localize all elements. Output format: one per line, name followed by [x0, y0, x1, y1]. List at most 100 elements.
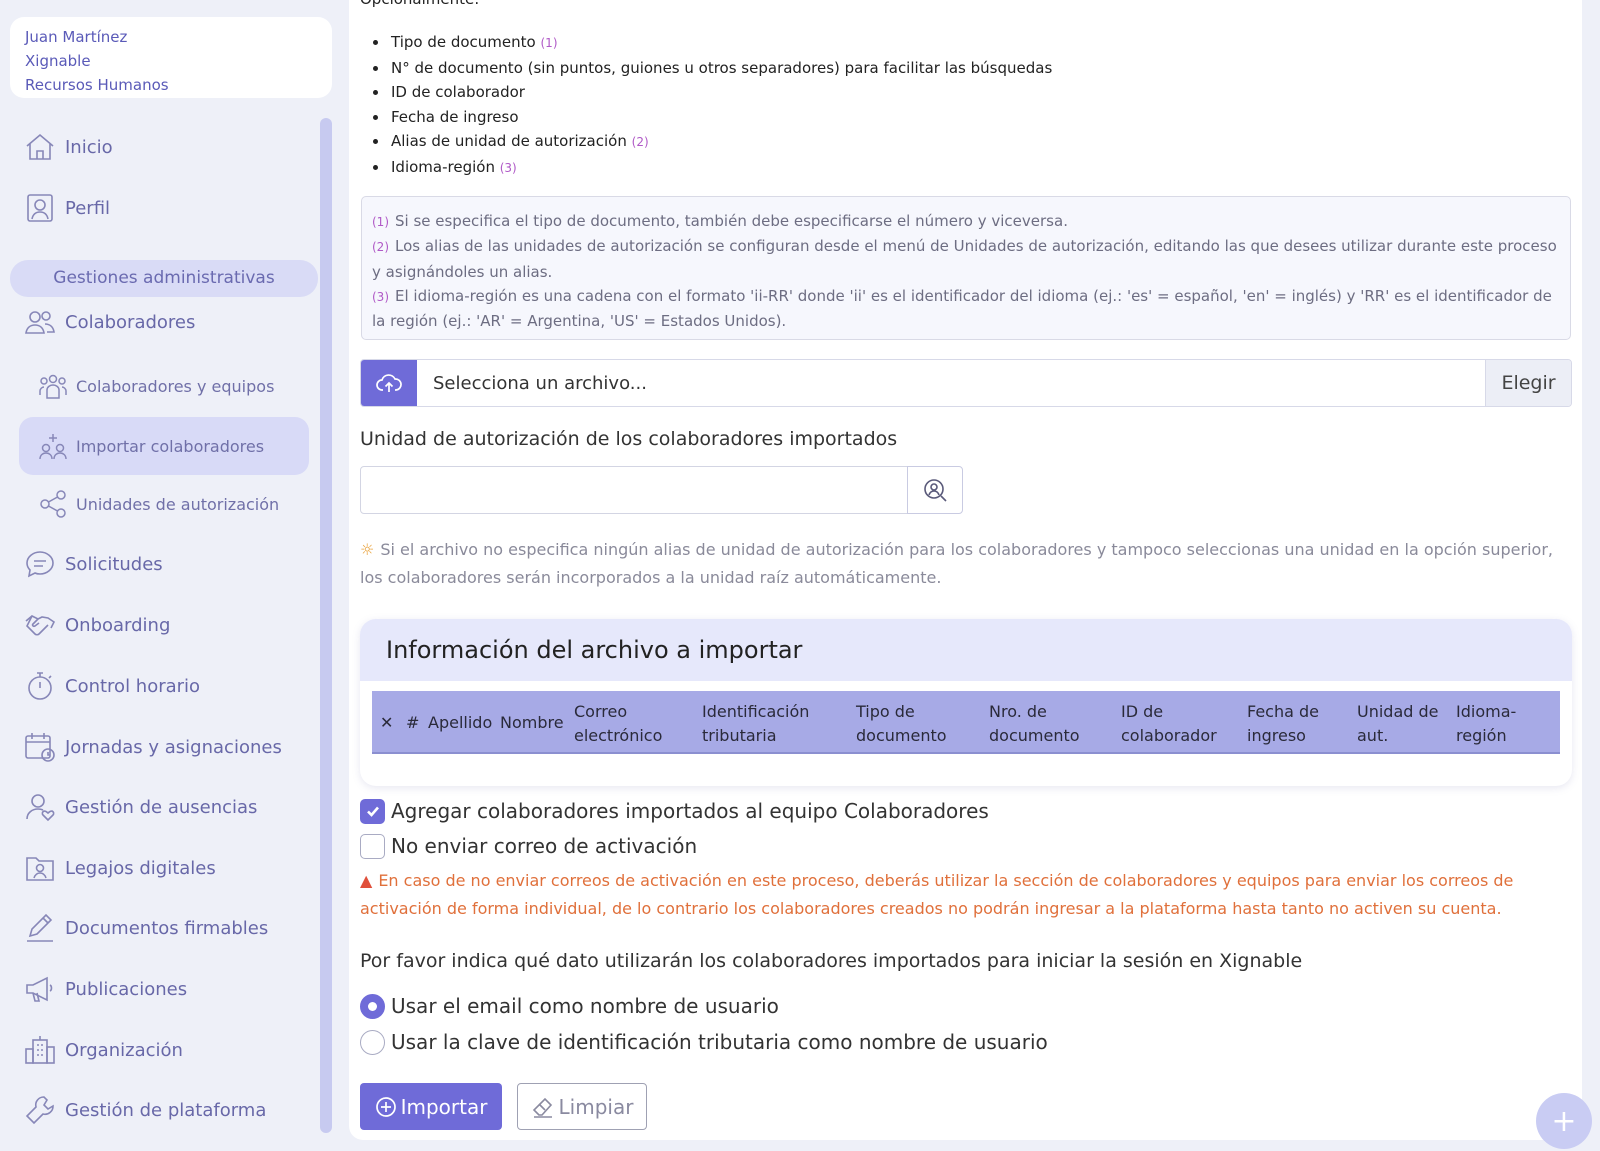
sidebar-item-label: Onboarding [65, 614, 171, 636]
sidebar-item-onboarding[interactable]: Onboarding [24, 603, 170, 647]
file-input[interactable]: Selecciona un archivo... [417, 373, 1485, 394]
sidebar-item-label: Organización [65, 1039, 183, 1061]
column-header-correo: Correo electrónico [574, 702, 663, 745]
clear-button[interactable]: Limpiar [517, 1083, 647, 1130]
list-item: N° de documento (sin puntos, guiones u o… [389, 56, 1052, 81]
sidebar-item-label: Control horario [65, 675, 201, 697]
sidebar-item-label: Importar colaboradores [76, 436, 265, 456]
column-header-identificacion: Identificación tributaria [702, 702, 810, 745]
pen-sign-icon [27, 913, 53, 942]
sidebar-item-label: Solicitudes [65, 553, 163, 575]
login-tax-id-radio[interactable] [360, 1029, 385, 1055]
sidebar-item-label: Unidades de autorización [76, 494, 280, 514]
plus-circle-icon [375, 1096, 396, 1117]
sidebar-item-label: Colaboradores y equipos [76, 376, 275, 396]
sidebar-item-ausencias[interactable]: Gestión de ausencias [24, 785, 257, 829]
user-import-icon [39, 434, 67, 460]
sidebar-item-organizacion[interactable]: Organización [24, 1028, 183, 1072]
footnote-3: (3) El idioma-región es una cadena con el… [372, 286, 1552, 331]
megaphone-icon [26, 976, 53, 1002]
sidebar-item-colaboradores[interactable]: Colaboradores [24, 300, 195, 344]
user-card[interactable]: Juan Martínez Xignable Recursos Humanos [10, 17, 332, 98]
sidebar-sub-importar-colaboradores[interactable]: Importar colaboradores [38, 426, 264, 466]
no-activation-email-option[interactable]: No enviar correo de activación [360, 832, 697, 860]
chat-icon [26, 551, 54, 578]
wrench-icon [25, 1096, 54, 1125]
no-activation-email-checkbox[interactable] [360, 833, 385, 859]
sidebar-section-gestiones[interactable]: Gestiones administrativas [10, 260, 318, 297]
sidebar-item-documentos[interactable]: Documentos firmables [24, 906, 268, 950]
footnotes-box: (1) Si se especifica el tipo de documento… [361, 196, 1571, 340]
share-nodes-icon [40, 490, 66, 518]
add-to-team-checkbox[interactable] [360, 798, 385, 824]
unit-hint: ☼ Si el archivo no especifica ningún alia… [360, 540, 1553, 587]
login-email-radio[interactable] [360, 993, 385, 1019]
unit-search-button[interactable] [907, 466, 963, 514]
sidebar-item-label: Gestión de plataforma [65, 1099, 267, 1121]
column-header-fecha-ingreso: Fecha de ingreso [1247, 702, 1319, 745]
list-item: Idioma-región (3) [389, 155, 1052, 181]
users-icon [25, 311, 55, 334]
import-button[interactable]: Importar [360, 1083, 502, 1130]
user-name: Juan Martínez [25, 28, 128, 46]
sidebar-item-perfil[interactable]: Perfil [24, 186, 110, 230]
column-header-num: # [406, 713, 420, 732]
login-tax-id-label: Usar la clave de identificación tributar… [391, 1030, 1048, 1054]
column-header-nombre: Nombre [500, 713, 564, 732]
no-activation-email-label: No enviar correo de activación [391, 834, 698, 858]
column-header-tipo-documento: Tipo de documento [856, 702, 947, 745]
eraser-icon [532, 1097, 552, 1118]
sidebar-sub-colaboradores-equipos[interactable]: Colaboradores y equipos [38, 366, 274, 406]
search-user-icon [924, 479, 947, 502]
unit-input[interactable] [360, 466, 908, 514]
file-picker[interactable]: Selecciona un archivo... Elegir [360, 359, 1572, 407]
choose-file-button[interactable]: Elegir [1485, 360, 1571, 406]
sidebar-item-label: Jornadas y asignaciones [65, 736, 282, 758]
profile-icon [27, 194, 53, 222]
sidebar-item-solicitudes[interactable]: Solicitudes [24, 542, 163, 586]
lightbulb-icon: ☼ [360, 540, 375, 559]
warning-icon: ▲ [360, 871, 373, 890]
main-panel: Opcionalmente: Tipo de documento (1) N° … [349, 0, 1582, 1140]
sidebar-item-legajos[interactable]: Legajos digitales [24, 846, 216, 890]
file-info-card: Información del archivo a importar ✕ # A… [360, 619, 1572, 786]
login-tax-id-option[interactable]: Usar la clave de identificación tributar… [360, 1028, 1048, 1056]
column-header-unidad: Unidad de aut. [1357, 702, 1439, 745]
user-heart-icon [26, 794, 55, 822]
upload-button[interactable] [361, 360, 417, 406]
list-item: Fecha de ingreso [389, 105, 1052, 130]
floating-add-button[interactable]: + [1536, 1093, 1592, 1149]
footnote-1: (1) Si se especifica el tipo de documento… [372, 212, 1068, 230]
optional-heading: Opcionalmente: [360, 0, 479, 8]
sidebar-item-label: Documentos firmables [65, 917, 269, 939]
handshake-icon [25, 615, 56, 636]
column-header-id-colaborador: ID de colaborador [1121, 702, 1217, 745]
sidebar-item-inicio[interactable]: Inicio [24, 125, 113, 169]
sidebar-item-jornadas[interactable]: Jornadas y asignaciones [24, 725, 282, 769]
sidebar-item-label: Legajos digitales [65, 857, 216, 879]
list-item: Tipo de documento (1) [389, 30, 1052, 56]
list-item: ID de colaborador [389, 80, 1052, 105]
add-to-team-label: Agregar colaboradores importados al equi… [391, 799, 989, 823]
list-item: Alias de unidad de autorización (2) [389, 129, 1052, 155]
stopwatch-icon [28, 672, 52, 700]
file-info-title: Información del archivo a importar [360, 619, 1572, 681]
clear-all-icon[interactable]: ✕ [380, 711, 393, 735]
buildings-icon [25, 1036, 55, 1064]
column-header-nro-documento: Nro. de documento [989, 702, 1080, 745]
sidebar-item-publicaciones[interactable]: Publicaciones [24, 967, 187, 1011]
sidebar-item-plataforma[interactable]: Gestión de plataforma [24, 1088, 266, 1132]
home-icon [26, 133, 54, 160]
sidebar-item-label: Gestión de ausencias [65, 796, 258, 818]
optional-fields-list: Tipo de documento (1) N° de documento (s… [389, 30, 1052, 180]
sidebar-item-control-horario[interactable]: Control horario [24, 664, 200, 708]
sidebar-sub-unidades-autorizacion[interactable]: Unidades de autorización [38, 484, 279, 524]
sidebar-item-label: Perfil [65, 197, 111, 219]
unit-label: Unidad de autorización de los colaborado… [360, 428, 898, 450]
login-email-option[interactable]: Usar el email como nombre de usuario [360, 992, 779, 1020]
folder-user-icon [26, 857, 54, 881]
add-to-team-option[interactable]: Agregar colaboradores importados al equi… [360, 797, 989, 825]
team-icon [39, 374, 67, 399]
sidebar-scrollbar[interactable] [320, 118, 332, 1133]
sidebar-item-label: Publicaciones [65, 978, 188, 1000]
